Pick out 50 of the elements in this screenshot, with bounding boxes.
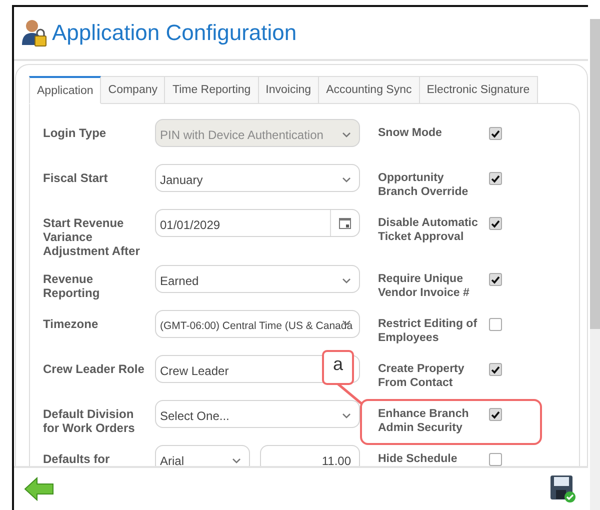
option-label: Restrict Editing of Employees	[378, 317, 478, 345]
checkbox[interactable]	[489, 217, 502, 230]
select-field[interactable]: January	[155, 164, 360, 192]
caret-icon	[232, 458, 241, 464]
caret-icon	[342, 278, 351, 284]
field-label: Default Division for Work Orders	[43, 406, 136, 435]
checkbox[interactable]	[489, 408, 502, 421]
option-label: Disable Automatic Ticket Approval	[378, 216, 479, 244]
back-arrow-icon[interactable]	[24, 477, 54, 501]
tab[interactable]: Time Reporting	[165, 76, 259, 104]
option-label: Hide Schedule	[378, 452, 458, 466]
font-select[interactable]: Arial	[155, 445, 250, 466]
field-label: Revenue Reporting	[43, 271, 101, 300]
tab[interactable]: Company	[101, 76, 166, 104]
field-label: Start Revenue Variance Adjustment After	[43, 215, 141, 258]
field-label: Login Type	[43, 125, 108, 140]
option-label: Create Property From Contact	[378, 362, 466, 390]
tab[interactable]: Invoicing	[258, 76, 320, 104]
tab[interactable]: Accounting Sync	[319, 76, 420, 104]
size-field[interactable]: 11.00	[260, 445, 360, 466]
window-title: Application Configuration	[52, 20, 297, 46]
checkbox[interactable]	[489, 318, 502, 331]
checkbox[interactable]	[489, 273, 502, 286]
checkbox[interactable]	[489, 453, 502, 466]
user-lock-icon	[22, 19, 48, 47]
save-icon[interactable]	[550, 475, 576, 503]
calendar-icon[interactable]	[339, 217, 351, 229]
tab[interactable]: Application	[29, 76, 102, 104]
checkbox[interactable]	[489, 172, 502, 185]
select-field[interactable]: (GMT-06:00) Central Time (US & Canada	[155, 310, 360, 338]
select-field[interactable]: Select One...	[155, 400, 360, 428]
caret-icon	[342, 176, 351, 182]
field-label: Fiscal Start	[43, 170, 109, 185]
tab[interactable]: Electronic Signature	[420, 76, 538, 104]
select-field[interactable]: Earned	[155, 265, 360, 293]
callout-label: a	[322, 350, 354, 385]
caret-icon	[342, 412, 351, 418]
option-label: Opportunity Branch Override	[378, 171, 470, 199]
checkbox[interactable]	[489, 363, 502, 376]
scrollbar-thumb[interactable]	[590, 19, 600, 329]
option-label: Require Unique Vendor Invoice #	[378, 272, 470, 300]
date-field[interactable]: 01/01/2029	[155, 209, 360, 237]
caret-icon	[342, 132, 351, 138]
checkbox[interactable]	[489, 127, 502, 140]
option-label: Snow Mode	[378, 126, 443, 140]
field-label: Crew Leader Role	[43, 361, 146, 376]
caret-icon	[342, 320, 351, 326]
field-label: Defaults for	[43, 451, 111, 466]
field-label: Timezone	[43, 316, 100, 331]
option-label: Enhance Branch Admin Security	[378, 407, 470, 435]
